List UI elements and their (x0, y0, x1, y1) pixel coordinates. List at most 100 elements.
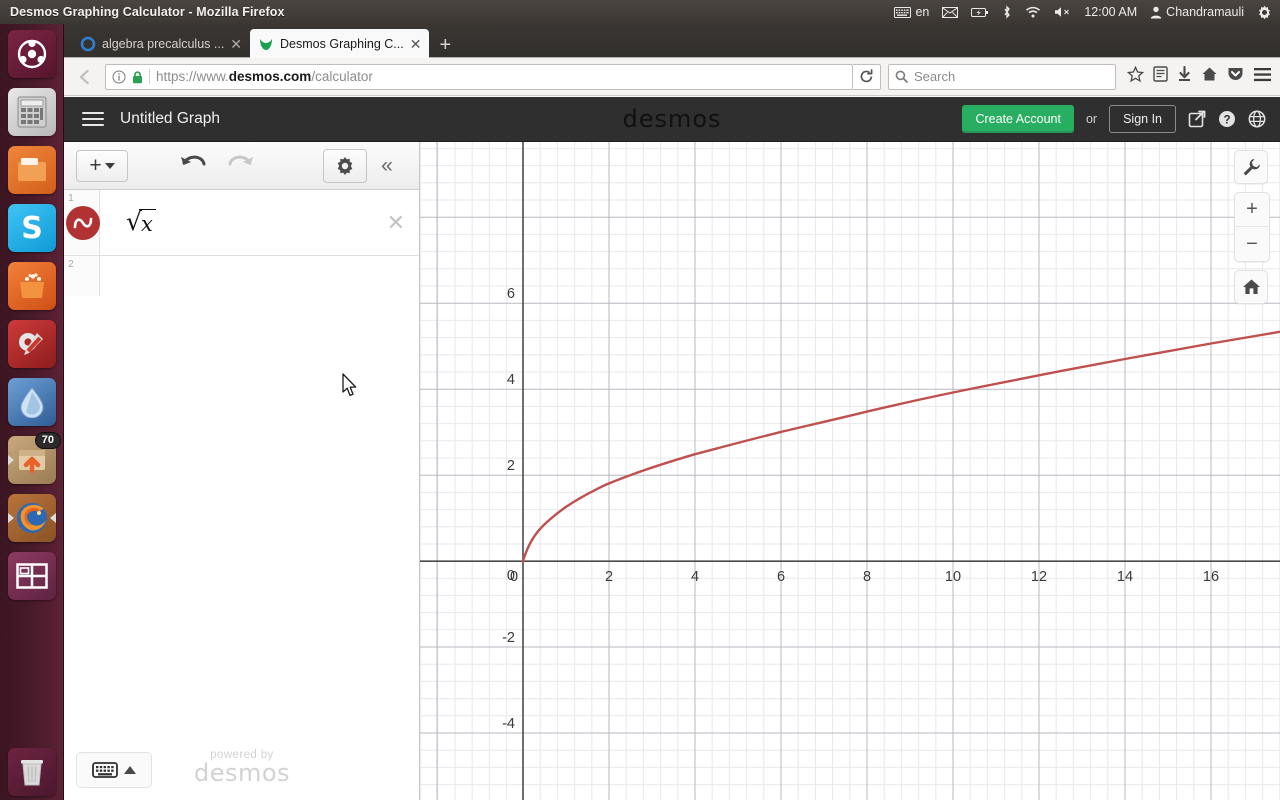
launcher-item-trash[interactable] (8, 748, 56, 796)
undo-redo-group (180, 152, 254, 179)
expression-color-icon[interactable] (66, 206, 100, 240)
expression-content[interactable] (100, 256, 419, 296)
clock[interactable]: 12:00 AM (1084, 5, 1137, 19)
svg-text:?: ? (1223, 114, 1230, 126)
tab-close-icon[interactable]: ✕ (230, 37, 242, 51)
undo-icon (181, 155, 206, 166)
tab-bar: algebra precalculus ... ✕ Desmos Graphin… (64, 24, 1280, 58)
downloads-button[interactable] (1177, 65, 1192, 87)
powered-by-desmos-watermark: powered by desmos (194, 749, 290, 786)
graph-title[interactable]: Untitled Graph (120, 110, 220, 128)
zoom-out-button[interactable]: − (1235, 227, 1269, 261)
software-bag-icon (20, 273, 44, 298)
tab-algebra-precalculus[interactable]: algebra precalculus ... ✕ (72, 29, 250, 58)
calculator-icon (17, 96, 47, 128)
reset-view-button[interactable] (1234, 270, 1268, 304)
mail-indicator[interactable] (942, 6, 959, 18)
wifi-indicator[interactable] (1025, 6, 1041, 18)
help-button[interactable]: ? (1218, 110, 1236, 128)
star-icon (1126, 65, 1145, 82)
curve-icon (73, 217, 93, 229)
url-domain: desmos.com (228, 69, 312, 84)
add-expression-button[interactable]: + (76, 149, 128, 182)
menu-icon (1254, 67, 1271, 81)
onscreen-keyboard-button[interactable] (76, 752, 152, 788)
running-indicator-right (50, 513, 56, 523)
redo-button[interactable] (226, 152, 254, 179)
collapse-panel-button[interactable]: « (367, 154, 407, 178)
launcher-item-ubuntu-software[interactable] (8, 262, 56, 310)
launcher-item-workspace-switcher[interactable] (8, 552, 56, 600)
x-tick-6: 6 (777, 569, 785, 585)
launcher-item-ubuntu-dash[interactable] (8, 30, 56, 78)
keyboard-layout-indicator[interactable]: en (894, 5, 929, 19)
back-arrow-icon (79, 69, 89, 84)
navigation-toolbar: https://www.desmos.com/calculator Search (64, 58, 1280, 96)
info-icon[interactable] (112, 70, 126, 84)
launcher-item-water-drop-app[interactable] (8, 378, 56, 426)
launcher-item-software-updater[interactable]: 70 (8, 432, 61, 484)
tab-label: Desmos Graphing C... (280, 36, 404, 51)
graph-settings-button[interactable] (323, 148, 367, 183)
gear-icon (337, 156, 353, 175)
tab-close-icon[interactable]: ✕ (410, 37, 422, 51)
graph-tools-button[interactable] (1234, 150, 1268, 184)
desmos-header-actions: Create Account or Sign In ? (962, 105, 1280, 133)
launcher-item-skype[interactable]: S (8, 204, 56, 252)
create-account-button[interactable]: Create Account (962, 105, 1074, 133)
chevron-down-icon (104, 162, 115, 169)
launcher-item-system-tools[interactable] (8, 320, 56, 368)
firefox-window: algebra precalculus ... ✕ Desmos Graphin… (64, 24, 1280, 800)
url-bar[interactable]: https://www.desmos.com/calculator (105, 63, 853, 90)
reload-button[interactable] (853, 63, 881, 90)
workspace-switcher-icon (16, 563, 48, 589)
app-menu-button[interactable] (1253, 67, 1272, 87)
expression-content[interactable]: √ x ✕ (100, 190, 419, 255)
language-button[interactable] (1248, 110, 1266, 128)
volume-indicator[interactable] (1054, 6, 1071, 18)
launcher-item-calculator[interactable] (8, 88, 56, 136)
screen: Desmos Graphing Calculator - Mozilla Fir… (0, 0, 1280, 800)
system-settings-menu[interactable] (1257, 5, 1272, 20)
home-icon (1202, 67, 1217, 81)
watermark-logo-text: desmos (193, 758, 291, 787)
battery-indicator[interactable] (971, 7, 989, 18)
x-tick-14: 14 (1117, 569, 1133, 585)
y-tick-neg4: -4 (502, 716, 515, 732)
graph-controls: + − (1234, 150, 1270, 304)
undo-button[interactable] (180, 152, 208, 179)
tab-desmos-graphing-calculator[interactable]: Desmos Graphing C... ✕ (250, 29, 430, 58)
library-button[interactable] (1153, 66, 1168, 87)
sign-in-button[interactable]: Sign In (1109, 105, 1176, 133)
delete-expression-button[interactable]: ✕ (387, 210, 405, 236)
launcher-item-files[interactable] (8, 146, 56, 194)
back-button[interactable] (72, 64, 98, 90)
expression-row[interactable]: 2 (64, 256, 419, 296)
library-icon (1153, 66, 1168, 82)
expression-row[interactable]: 1 √ x ✕ (64, 190, 419, 256)
new-tab-button[interactable]: + (429, 35, 461, 58)
keyboard-language-label: en (915, 5, 930, 19)
bookmark-star-button[interactable] (1126, 65, 1145, 88)
y-tick-6: 6 (507, 286, 515, 302)
zoom-in-button[interactable]: + (1235, 193, 1269, 227)
update-badge-count: 70 (34, 432, 61, 449)
lock-icon[interactable] (132, 70, 143, 84)
bluetooth-indicator[interactable] (1002, 5, 1012, 19)
skype-icon: S (21, 210, 43, 246)
user-menu[interactable]: Chandramauli (1150, 5, 1244, 19)
url-prefix: https://www. (156, 69, 229, 84)
pocket-button[interactable] (1227, 66, 1244, 87)
window-title: Desmos Graphing Calculator - Mozilla Fir… (10, 5, 285, 19)
url-text: https://www.desmos.com/calculator (156, 69, 373, 84)
desmos-menu-button[interactable] (82, 108, 104, 130)
globe-icon (1248, 110, 1266, 128)
search-bar[interactable]: Search (888, 63, 1116, 90)
expression-panel: + « 1 √ x ✕ 2 powered by desmos (64, 142, 420, 800)
home-button[interactable] (1201, 66, 1218, 87)
water-drop-icon (20, 387, 44, 418)
search-placeholder: Search (914, 69, 956, 84)
launcher-item-firefox[interactable] (8, 494, 56, 542)
graph-canvas[interactable]: 0 2 4 6 8 10 12 14 16 18 6 4 2 (420, 142, 1280, 800)
share-button[interactable] (1188, 110, 1206, 128)
